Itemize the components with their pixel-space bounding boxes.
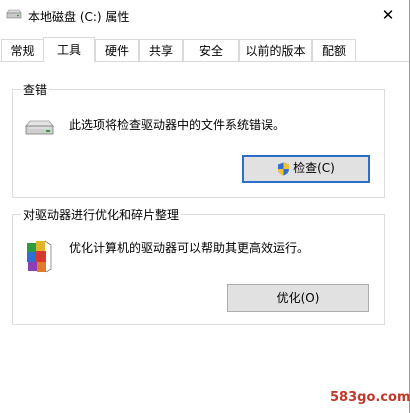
error-check-title: 查错 [21,81,50,98]
optimize-title: 对驱动器进行优化和碎片整理 [21,206,182,223]
window-title: 本地磁盘 (C:) 属性 [28,10,130,24]
tab-hardware[interactable]: 硬件 [95,39,139,61]
tab-general[interactable]: 常规 [1,39,44,61]
optimize-group: 对驱动器进行优化和碎片整理 优化计算机的驱动器可以帮助其更高效运行。 优化(O) [12,206,385,325]
tab-quota[interactable]: 配额 [312,39,356,61]
error-check-group: 查错 此选项将检查驱动器中的文件系统错误。 检查(C) [12,81,385,198]
tab-security[interactable]: 安全 [183,39,239,61]
close-button[interactable]: ✕ [375,3,401,27]
optimize-description: 优化计算机的驱动器可以帮助其更高效运行。 [69,241,310,255]
site-watermark: 583go.com [330,390,410,405]
tab-content-tools: 查错 此选项将检查驱动器中的文件系统错误。 检查(C) 对驱动器进行优化和碎片整… [0,62,409,413]
error-check-description: 此选项将检查驱动器中的文件系统错误。 [69,118,286,132]
tab-tools[interactable]: 工具 [43,37,95,62]
check-button[interactable]: 检查(C) [242,155,370,183]
drive-icon [24,119,54,137]
defrag-icon [24,239,54,275]
tab-sharing[interactable]: 共享 [139,39,183,61]
drive-small-icon [6,9,22,20]
check-button-label: 检查(C) [293,161,335,175]
title-bar: 本地磁盘 (C:) 属性 ✕ [0,0,409,30]
tab-previous-versions[interactable]: 以前的版本 [239,39,312,61]
uac-shield-icon [277,161,290,175]
optimize-button[interactable]: 优化(O) [227,284,369,312]
